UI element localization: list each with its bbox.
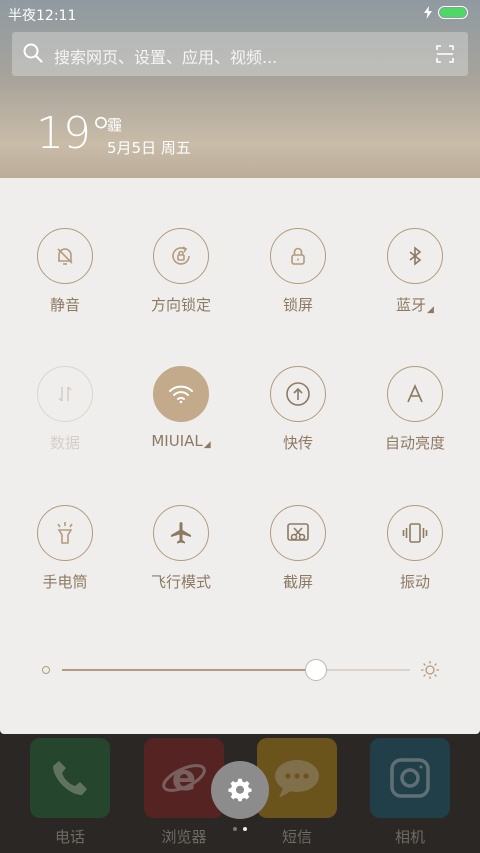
quick-transfer-icon [286,382,310,406]
toggle-label: 快传 [282,434,313,452]
bell-off-icon [57,248,73,265]
toggle-label: 蓝牙◢ [396,296,434,315]
weather-temperature: 19° [36,108,112,159]
toggle-circle[interactable] [270,505,326,561]
toggle-auto-brightness[interactable]: 自动亮度 [355,366,475,453]
status-icons [424,6,468,19]
search-bar[interactable]: 搜索网页、设置、应用、视频... [12,32,468,76]
app-tile[interactable]: e [144,738,224,818]
toggle-bluetooth[interactable]: 蓝牙◢ [355,228,475,315]
toggle-circle[interactable] [387,228,443,284]
toggle-vibrate[interactable]: 振动 [355,505,475,592]
flashlight-icon [57,522,73,544]
toggle-label: 振动 [399,573,430,591]
battery-fill [440,8,466,17]
app-camera[interactable]: 相机 [370,738,450,847]
toggle-lock-screen[interactable]: 锁屏 [238,228,358,315]
toggle-label: 飞行模式 [150,573,211,591]
toggle-label: MIUIAL◢ [151,432,211,450]
app-label: 短信 [281,828,312,846]
page-indicator [233,827,247,831]
weather-condition: 霾 [107,116,123,134]
slider-thumb[interactable] [305,659,328,681]
toggle-circle[interactable] [37,366,93,422]
toggle-screenshot[interactable]: 截屏 [238,505,358,592]
toggle-airplane-mode[interactable]: 飞行模式 [121,505,241,592]
toggle-label: 手电筒 [42,573,88,591]
brightness-high-icon [421,661,439,679]
toggle-label: 方向锁定 [150,296,211,314]
lock-icon [291,247,305,265]
battery-icon [438,6,468,19]
app-label: 电话 [54,828,85,846]
toggle-label: 截屏 [282,573,313,591]
toggle-circle[interactable] [153,366,209,422]
screenshot-icon [287,523,309,541]
auto-brightness-icon [407,384,423,403]
search-icon [23,43,43,63]
toggle-circle[interactable] [153,228,209,284]
toggle-label: 锁屏 [282,296,313,314]
mobile-data-icon [58,386,72,402]
rotation-lock-icon [172,246,190,265]
toggle-circle[interactable] [153,505,209,561]
menu-triangle-icon: ◢ [203,440,211,450]
status-time: 半夜12:11 [8,8,77,24]
toggle-circle[interactable] [37,228,93,284]
charging-bolt-icon [424,6,432,19]
toggle-flashlight[interactable]: 手电筒 [5,505,125,592]
search-input[interactable]: 搜索网页、设置、应用、视频... [54,44,277,68]
wifi-icon [169,385,193,404]
page-dot [233,827,237,831]
app-tile[interactable] [30,738,110,818]
app-label: 相机 [394,828,425,846]
toggle-silent[interactable]: 静音 [5,228,125,315]
svg-text:e: e [172,758,196,799]
phone-icon [53,761,87,795]
app-tile[interactable] [257,738,337,818]
bluetooth-icon [409,246,422,266]
app-label: 浏览器 [161,828,207,846]
gear-icon [228,778,252,802]
page-dot [243,827,247,831]
toggle-quick-transfer[interactable]: 快传 [238,366,358,453]
airplane-icon [171,522,191,544]
toggle-circle[interactable] [387,505,443,561]
toggle-circle[interactable] [270,228,326,284]
message-icon [275,760,319,798]
camera-icon [390,758,430,798]
menu-triangle-icon: ◢ [427,305,434,315]
quick-settings-panel: 静音 方向锁定 锁屏 蓝牙◢ 数据 MIUIAL◢ 快传 自动亮度 手电筒 飞行… [0,178,480,734]
scan-icon[interactable] [436,45,454,63]
slider-fill [62,669,317,671]
slider-track[interactable] [62,659,410,681]
app-tile[interactable] [370,738,450,818]
browser-icon: e [162,758,206,799]
vibrate-icon [402,523,428,543]
toggle-circle[interactable] [387,366,443,422]
toggle-mobile-data[interactable]: 数据 [5,366,125,453]
brightness-low-icon [42,666,50,674]
app-phone[interactable]: 电话 [30,738,110,847]
app-messages[interactable]: 短信 [257,738,337,847]
brightness-slider[interactable] [38,658,448,682]
toggle-circle[interactable] [37,505,93,561]
toggle-circle[interactable] [270,366,326,422]
toggle-label: 数据 [49,434,80,452]
toggle-label: 自动亮度 [384,434,445,452]
settings-button[interactable] [211,761,269,819]
toggle-wifi[interactable]: MIUIAL◢ [121,366,241,450]
weather-date: 5月5日 周五 [107,139,191,157]
status-bar: 半夜12:11 [0,0,480,28]
toggle-rotation-lock[interactable]: 方向锁定 [121,228,241,315]
toggle-label: 静音 [49,296,80,314]
